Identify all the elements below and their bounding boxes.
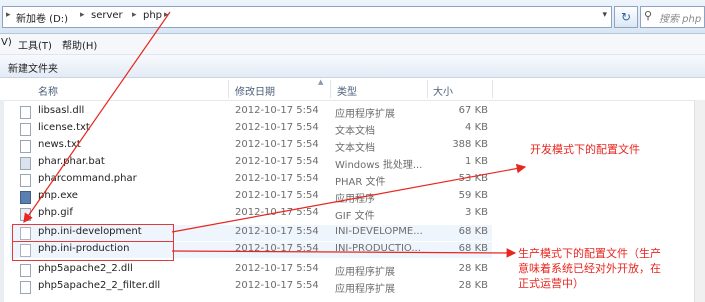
arrow-to-addressbar [23, 11, 171, 223]
annotation-production-line3: 正式运营中） [518, 277, 584, 290]
annotation-development: 开发模式下的配置文件 [530, 143, 640, 156]
arrow-dev-annotation [171, 163, 527, 233]
arrow-prod-annotation [171, 248, 517, 258]
annotation-production-line1: 生产模式下的配置文件（生产 [518, 247, 661, 260]
annotation-production-line2: 意味着系统已经对外开放，在 [518, 262, 661, 275]
